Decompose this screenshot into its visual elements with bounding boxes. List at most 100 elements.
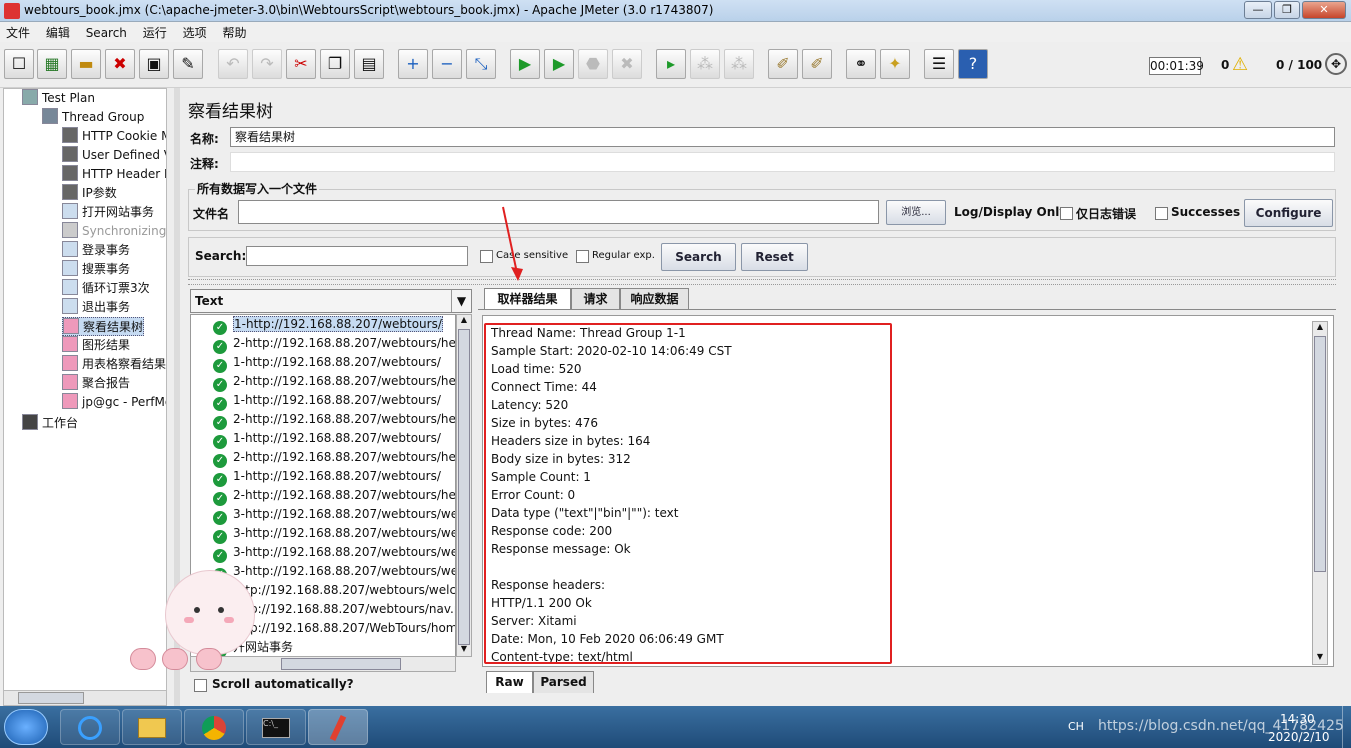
tree-node[interactable]: jp@gc - PerfMo bbox=[62, 393, 166, 412]
tree-node[interactable]: IP参数 bbox=[62, 184, 117, 203]
collapse-icon[interactable]: − bbox=[432, 49, 462, 79]
scroll-up-icon[interactable]: ▲ bbox=[458, 315, 470, 324]
cmd-taskbar-icon[interactable]: C:\_ bbox=[246, 709, 306, 745]
toggle-icon[interactable]: ⤡ bbox=[466, 49, 496, 79]
tree-node[interactable]: 图形结果 bbox=[62, 336, 130, 355]
menu-edit[interactable]: 编辑 bbox=[40, 22, 76, 43]
list-vertical-scrollbar[interactable]: ▲ ▼ bbox=[456, 314, 472, 657]
regex-checkbox[interactable] bbox=[576, 250, 589, 263]
show-desktop-button[interactable] bbox=[1342, 706, 1351, 748]
sample-row[interactable]: ✓ 1-http://192.168.88.207/webtours/ bbox=[213, 429, 441, 449]
tree-node[interactable]: 登录事务 bbox=[62, 241, 130, 260]
remote-stop-icon[interactable]: ⁂ bbox=[690, 49, 720, 79]
chrome-taskbar-icon[interactable] bbox=[184, 709, 244, 745]
sample-row[interactable]: ✓ 1-http://192.168.88.207/webtours/ bbox=[213, 353, 441, 373]
sample-row[interactable]: ✓3-http://192.168.88.207/webtours/welcom bbox=[213, 543, 455, 563]
sample-row[interactable]: ✓ 2-http://192.168.88.207/webtours/header bbox=[213, 410, 455, 430]
tree-node[interactable]: 退出事务 bbox=[62, 298, 130, 317]
tree-node[interactable]: 聚合报告 bbox=[62, 374, 130, 393]
sample-row[interactable]: ✓ 2-http://192.168.88.207/webtours/header bbox=[213, 334, 455, 354]
copy-icon[interactable]: ❐ bbox=[320, 49, 350, 79]
tab-response-data[interactable]: 响应数据 bbox=[620, 288, 689, 310]
name-field[interactable]: 察看结果树 bbox=[230, 127, 1335, 147]
horizontal-split-divider[interactable] bbox=[188, 279, 1336, 285]
search-binoculars-icon[interactable]: ⚭ bbox=[846, 49, 876, 79]
successes-checkbox[interactable] bbox=[1155, 207, 1168, 220]
menu-search[interactable]: Search bbox=[80, 24, 133, 42]
templates-icon[interactable]: ▦ bbox=[37, 49, 67, 79]
stop-icon[interactable]: ⬣ bbox=[578, 49, 608, 79]
expand-icon[interactable]: + bbox=[398, 49, 428, 79]
filename-field[interactable] bbox=[238, 200, 879, 224]
tree-node[interactable]: 察看结果树 bbox=[62, 317, 145, 336]
search-button[interactable]: Search bbox=[661, 243, 736, 271]
result-vertical-scrollbar[interactable]: ▲ ▼ bbox=[1312, 321, 1328, 665]
new-icon[interactable]: ☐ bbox=[4, 49, 34, 79]
clock-time[interactable]: 14:30 bbox=[1280, 712, 1315, 726]
remote-shutdown-icon[interactable]: ⁂ bbox=[724, 49, 754, 79]
function-helper-icon[interactable]: ☰ bbox=[924, 49, 954, 79]
menu-file[interactable]: 文件 bbox=[0, 22, 36, 43]
scroll-down-icon[interactable]: ▼ bbox=[458, 644, 470, 653]
start-button[interactable] bbox=[4, 709, 48, 745]
tree-node[interactable]: Test Plan bbox=[22, 89, 95, 108]
save-icon[interactable]: ▣ bbox=[139, 49, 169, 79]
sample-row[interactable]: ✓ 2-http://192.168.88.207/webtours/header bbox=[213, 448, 455, 468]
configure-button[interactable]: Configure bbox=[1244, 199, 1333, 227]
tree-node[interactable]: 工作台 bbox=[22, 414, 78, 433]
menu-options[interactable]: 选项 bbox=[177, 22, 213, 43]
start-icon[interactable]: ▶ bbox=[510, 49, 540, 79]
shutdown-icon[interactable]: ✖ bbox=[612, 49, 642, 79]
close-file-icon[interactable]: ✖ bbox=[105, 49, 135, 79]
clear-all-icon[interactable]: ✐ bbox=[802, 49, 832, 79]
tab-request[interactable]: 请求 bbox=[571, 288, 620, 310]
renderer-combo[interactable]: Text ▼ bbox=[190, 289, 472, 313]
list-hscroll-thumb[interactable] bbox=[281, 658, 401, 670]
chevron-down-icon[interactable]: ▼ bbox=[451, 290, 471, 312]
sample-row[interactable]: ✓3-http://192.168.88.207/webtours/welcom bbox=[213, 505, 455, 525]
case-sensitive-checkbox[interactable] bbox=[480, 250, 493, 263]
tree-node[interactable]: Thread Group bbox=[42, 108, 144, 127]
tree-node[interactable]: User Defined V bbox=[62, 146, 166, 165]
tree-node[interactable]: 循环订票3次 bbox=[62, 279, 150, 298]
paste-icon[interactable]: ▤ bbox=[354, 49, 384, 79]
tree-horizontal-scrollbar[interactable] bbox=[3, 690, 167, 706]
tree-node[interactable]: 打开网站事务 bbox=[62, 203, 154, 222]
close-button[interactable]: ✕ bbox=[1302, 1, 1346, 19]
tree-node[interactable]: 搜票事务 bbox=[62, 260, 130, 279]
remote-start-icon[interactable]: ▸ bbox=[656, 49, 686, 79]
search-input[interactable] bbox=[246, 246, 468, 266]
reset-search-icon[interactable]: ✦ bbox=[880, 49, 910, 79]
explorer-taskbar-icon[interactable] bbox=[122, 709, 182, 745]
language-indicator[interactable]: CH bbox=[1068, 720, 1084, 733]
remote-status-icon[interactable]: ✥ bbox=[1325, 53, 1347, 75]
result-scroll-down-icon[interactable]: ▼ bbox=[1314, 652, 1326, 661]
save-screenshot-icon[interactable]: ✎ bbox=[173, 49, 203, 79]
sample-row[interactable]: ✓ 1-http://192.168.88.207/webtours/ bbox=[213, 467, 441, 487]
comment-field[interactable] bbox=[230, 152, 1335, 172]
tree-node[interactable]: 用表格察看结果 bbox=[62, 355, 166, 374]
cut-icon[interactable]: ✂ bbox=[286, 49, 316, 79]
result-scroll-up-icon[interactable]: ▲ bbox=[1314, 322, 1326, 331]
list-scroll-thumb[interactable] bbox=[458, 329, 470, 645]
minimize-button[interactable]: — bbox=[1244, 1, 1272, 19]
sample-row[interactable]: ✓3-http://192.168.88.207/webtours/welcom bbox=[213, 562, 455, 582]
undo-icon[interactable]: ↶ bbox=[218, 49, 248, 79]
sample-row[interactable]: ✓ 2-http://192.168.88.207/webtours/header bbox=[213, 486, 455, 506]
tree-node[interactable]: HTTP Header M bbox=[62, 165, 166, 184]
tree-node[interactable]: HTTP Cookie M bbox=[62, 127, 166, 146]
browse-button[interactable]: 浏览... bbox=[886, 200, 946, 225]
redo-icon[interactable]: ↷ bbox=[252, 49, 282, 79]
reset-button[interactable]: Reset bbox=[741, 243, 808, 271]
warning-icon[interactable]: ⚠ bbox=[1232, 54, 1248, 75]
tab-parsed[interactable]: Parsed bbox=[533, 671, 594, 693]
help-icon[interactable]: ? bbox=[958, 49, 988, 79]
result-scroll-thumb[interactable] bbox=[1314, 336, 1326, 572]
sample-row[interactable]: ✓ 1-http://192.168.88.207/webtours/ bbox=[213, 315, 443, 335]
open-icon[interactable]: ▬ bbox=[71, 49, 101, 79]
sample-row[interactable]: ✓ 1-http://192.168.88.207/webtours/ bbox=[213, 391, 441, 411]
clear-icon[interactable]: ✐ bbox=[768, 49, 798, 79]
tab-raw[interactable]: Raw bbox=[486, 671, 533, 693]
sample-row[interactable]: ✓3-http://192.168.88.207/webtours/welcom bbox=[213, 524, 455, 544]
ie-taskbar-icon[interactable] bbox=[60, 709, 120, 745]
